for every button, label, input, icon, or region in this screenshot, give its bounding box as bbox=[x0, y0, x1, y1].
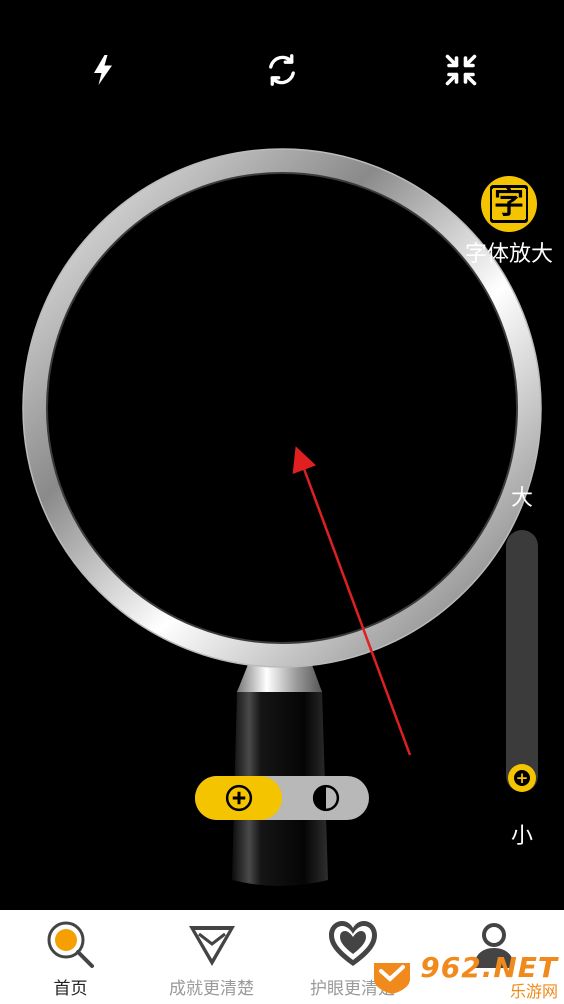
zoom-slider-track[interactable] bbox=[506, 530, 538, 792]
mode-toggle bbox=[195, 776, 369, 820]
tab-achievement[interactable]: 成就更清楚 bbox=[141, 910, 282, 1004]
plus-icon: + bbox=[514, 768, 530, 787]
watermark-shield-icon bbox=[374, 963, 411, 994]
contrast-icon bbox=[312, 784, 339, 812]
tab-label: 首页 bbox=[53, 979, 88, 999]
zoom-in-icon bbox=[225, 784, 252, 812]
zoom-slider-knob[interactable]: + bbox=[508, 764, 536, 792]
magnifier-lens-illustration bbox=[22, 148, 542, 886]
zoom-max-label: 大 bbox=[511, 486, 534, 511]
tab-label: 成就更清楚 bbox=[169, 979, 254, 999]
contrast-mode-button[interactable] bbox=[282, 776, 369, 820]
watermark-sub-text: 乐游网 bbox=[509, 982, 558, 1001]
font-zoom-button[interactable]: 字 字体放大 bbox=[464, 176, 554, 268]
font-zoom-label: 字体放大 bbox=[464, 242, 553, 267]
diamond-icon bbox=[188, 926, 235, 966]
watermark-main-text: 962.NET bbox=[420, 951, 558, 984]
tab-home[interactable]: 首页 bbox=[0, 910, 141, 1004]
zoom-min-label: 小 bbox=[511, 824, 534, 849]
magnifier-icon bbox=[47, 921, 94, 968]
zoom-in-mode-button[interactable] bbox=[195, 776, 282, 820]
font-zoom-icon: 字 bbox=[481, 176, 537, 232]
watermark-logo: 962.NET 乐游网 bbox=[370, 954, 558, 1000]
